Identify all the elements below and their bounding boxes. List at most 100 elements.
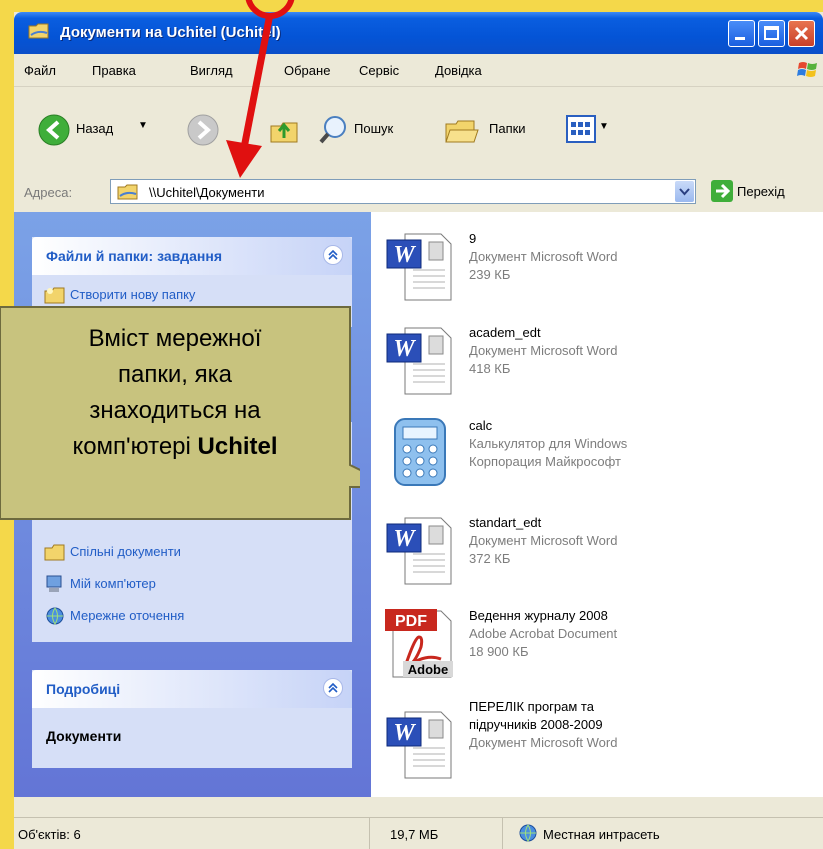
chevron-up-icon bbox=[328, 249, 338, 260]
address-bar: Адреса: \\Uchitel\Документи Перехід bbox=[14, 172, 823, 212]
menu-favorites[interactable]: Обране bbox=[284, 63, 330, 78]
close-button[interactable] bbox=[788, 20, 815, 47]
file-name-line2: підручників 2008-2009 bbox=[469, 717, 603, 732]
file-company: Корпорация Майкрософт bbox=[469, 454, 621, 469]
file-name: standart_edt bbox=[469, 515, 542, 530]
file-item[interactable]: PDF Adobe Ведення журналу 2008 Adobe Acr… bbox=[385, 607, 815, 687]
callout-box: Вміст мережної папки, яка знаходиться на… bbox=[0, 305, 360, 521]
folder-icon bbox=[44, 544, 65, 561]
word-doc-icon: W bbox=[386, 711, 452, 779]
up-folder-icon[interactable] bbox=[269, 114, 299, 144]
svg-text:W: W bbox=[393, 336, 416, 362]
folders-icon bbox=[445, 120, 479, 143]
file-type: Adobe Acrobat Document bbox=[469, 626, 618, 641]
callout-text-bold: Uchitel bbox=[197, 433, 278, 460]
menu-file[interactable]: Файл bbox=[24, 63, 56, 78]
address-label: Адреса: bbox=[24, 185, 73, 200]
file-item[interactable]: W 9 Документ Microsoft Word 239 КБ bbox=[385, 230, 815, 310]
callout-line: комп'ютері Uchitel bbox=[0, 429, 350, 465]
word-doc-icon: W bbox=[386, 327, 452, 395]
word-doc-icon: W bbox=[386, 233, 452, 301]
svg-text:PDF: PDF bbox=[395, 613, 427, 630]
tasks-panel-header[interactable]: Файли й папки: завдання bbox=[32, 237, 352, 275]
file-item[interactable]: calc Калькулятор для Windows Корпорация … bbox=[385, 417, 815, 497]
search-icon bbox=[319, 116, 346, 144]
file-size: 418 КБ bbox=[469, 361, 511, 376]
back-dropdown-icon[interactable]: ▼ bbox=[138, 120, 148, 131]
file-type: Документ Microsoft Word bbox=[469, 735, 618, 750]
status-zone: Местная интрасеть bbox=[543, 827, 660, 842]
address-input[interactable]: \\Uchitel\Документи bbox=[110, 179, 696, 204]
details-panel-title: Подробиці bbox=[46, 681, 121, 697]
status-size-cell: 19,7 МБ bbox=[370, 818, 503, 849]
svg-text:W: W bbox=[393, 526, 416, 552]
file-type: Документ Microsoft Word bbox=[469, 343, 618, 358]
place-my-computer[interactable]: Мій комп'ютер bbox=[44, 574, 156, 596]
file-type: Калькулятор для Windows bbox=[469, 436, 628, 451]
menu-edit[interactable]: Правка bbox=[92, 63, 136, 78]
chevron-down-icon bbox=[679, 188, 690, 196]
search-button[interactable]: Пошук bbox=[314, 112, 424, 148]
details-panel-header[interactable]: Подробиці bbox=[32, 670, 352, 708]
go-arrow-icon bbox=[711, 180, 733, 202]
search-label: Пошук bbox=[354, 121, 394, 136]
svg-text:W: W bbox=[393, 242, 416, 268]
place-shared-documents[interactable]: Спільні документи bbox=[44, 542, 181, 564]
network-icon bbox=[46, 607, 64, 625]
file-list: W 9 Документ Microsoft Word 239 КБ W aca… bbox=[371, 212, 823, 797]
file-name: Ведення журналу 2008 bbox=[469, 608, 608, 623]
file-size: 239 КБ bbox=[469, 267, 511, 282]
network-icon bbox=[519, 824, 537, 842]
file-type: Документ Microsoft Word bbox=[469, 533, 618, 548]
chevron-up-icon bbox=[328, 682, 338, 693]
views-dropdown-icon: ▼ bbox=[599, 121, 609, 132]
calculator-icon bbox=[394, 418, 446, 486]
task-new-folder-label: Створити нову папку bbox=[70, 287, 196, 302]
forward-button[interactable] bbox=[187, 114, 219, 146]
file-name-line1: ПЕРЕЛІК програм та bbox=[469, 699, 594, 714]
status-objects: Об'єктів: 6 bbox=[18, 827, 81, 842]
back-arrow-icon bbox=[38, 114, 70, 146]
callout-line: папки, яка bbox=[118, 361, 232, 388]
details-panel: Подробиці Документи bbox=[32, 670, 352, 768]
callout-text-prefix: комп'ютері bbox=[72, 433, 198, 460]
menu-view[interactable]: Вигляд bbox=[190, 63, 233, 78]
status-zone-cell: Местная интрасеть bbox=[503, 818, 823, 849]
file-type: Документ Microsoft Word bbox=[469, 249, 618, 264]
collapse-button[interactable] bbox=[323, 245, 343, 265]
maximize-button[interactable] bbox=[758, 20, 785, 47]
collapse-button[interactable] bbox=[323, 678, 343, 698]
address-dropdown-button[interactable] bbox=[675, 181, 694, 202]
close-icon bbox=[794, 26, 809, 41]
title-bar[interactable]: Документи на Uchitel (Uchitel) bbox=[14, 12, 823, 54]
views-button[interactable]: ▼ bbox=[566, 115, 624, 145]
views-icon bbox=[566, 115, 596, 143]
callout-line: знаходиться на bbox=[89, 397, 261, 424]
go-button[interactable]: Перехід bbox=[711, 180, 815, 204]
menu-help[interactable]: Довідка bbox=[435, 63, 482, 78]
file-item[interactable]: W academ_edt Документ Microsoft Word 418… bbox=[385, 324, 815, 404]
status-objects-cell: Об'єктів: 6 bbox=[14, 818, 370, 849]
computer-icon bbox=[46, 575, 62, 592]
place-network[interactable]: Мережне оточення bbox=[44, 606, 184, 628]
window-title: Документи на Uchitel (Uchitel) bbox=[60, 24, 281, 41]
toolbar: Назад ▼ Пошук Папки ▼ bbox=[14, 87, 823, 179]
network-folder-icon bbox=[117, 184, 138, 200]
callout-line: Вміст мережної bbox=[88, 325, 262, 352]
windows-logo-icon bbox=[797, 62, 817, 77]
folders-button[interactable]: Папки bbox=[444, 112, 554, 148]
file-size: 18 900 КБ bbox=[469, 644, 529, 659]
file-item[interactable]: W standart_edt Документ Microsoft Word 3… bbox=[385, 514, 815, 594]
file-item[interactable]: W ПЕРЕЛІК програм та підручників 2008-20… bbox=[385, 698, 815, 779]
new-folder-icon bbox=[44, 287, 65, 304]
file-name: 9 bbox=[469, 231, 477, 246]
menu-bar: Файл Правка Вигляд Обране Сервіс Довідка bbox=[14, 54, 823, 87]
address-value: \\Uchitel\Документи bbox=[149, 185, 265, 200]
svg-text:W: W bbox=[393, 720, 416, 746]
minimize-button[interactable] bbox=[728, 20, 755, 47]
back-button[interactable]: Назад ▼ bbox=[28, 112, 148, 148]
menu-tools[interactable]: Сервіс bbox=[359, 63, 399, 78]
file-name: calc bbox=[469, 418, 493, 433]
svg-text:Adobe: Adobe bbox=[408, 662, 448, 677]
task-new-folder[interactable]: Створити нову папку bbox=[44, 285, 195, 307]
